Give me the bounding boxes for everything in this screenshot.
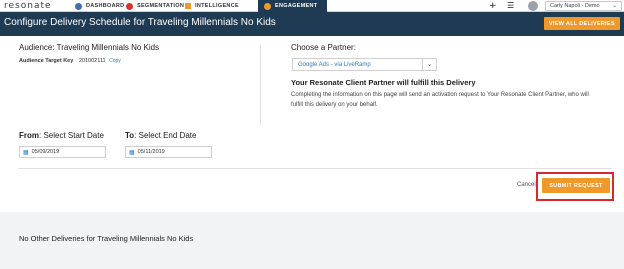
intelligence-icon xyxy=(185,3,191,9)
nav-intelligence[interactable]: INTELLIGENCE xyxy=(185,0,239,12)
chevron-down-icon: ⌄ xyxy=(422,59,436,70)
user-name: Carly Napoli - Demo xyxy=(550,3,600,9)
engagement-icon xyxy=(264,2,271,10)
partner-heading: Choose a Partner: xyxy=(291,43,356,52)
calendar-icon: ▦ xyxy=(23,149,29,156)
plus-icon[interactable]: + xyxy=(489,1,497,11)
cancel-button[interactable]: Cancel xyxy=(517,182,536,188)
to-heading: To: Select End Date xyxy=(125,131,197,140)
column-divider xyxy=(260,45,261,125)
to-label: To xyxy=(125,131,135,140)
avatar[interactable] xyxy=(528,1,538,11)
calendar-icon: ▦ xyxy=(129,149,135,156)
page-title: Configure Delivery Schedule for Travelin… xyxy=(4,17,276,28)
page-header: Configure Delivery Schedule for Travelin… xyxy=(0,12,624,36)
audience-label: Audience xyxy=(19,43,53,52)
partner-selected-value: Google Ads - via LiveRamp xyxy=(298,62,371,68)
audience-name: Traveling Millennials No Kids xyxy=(56,43,160,52)
nav-engagement[interactable]: ENGAGEMENT xyxy=(258,0,328,12)
from-label: From xyxy=(19,131,39,140)
to-hint: Select End Date xyxy=(138,131,197,140)
fulfill-title: Your Resonate Client Partner will fulfil… xyxy=(291,78,476,87)
partner-select[interactable]: Google Ads - via LiveRamp ⌄ xyxy=(292,58,437,71)
audience-key-value: 201002111 xyxy=(78,58,106,64)
end-date-value: 05/11/2019 xyxy=(137,149,165,155)
list-icon[interactable]: ☰ xyxy=(507,1,514,11)
start-date-input[interactable]: ▦ 05/09/2019 xyxy=(19,146,106,158)
no-deliveries-message: No Other Deliveries for Traveling Millen… xyxy=(19,234,194,243)
partner-label: Choose a Partner xyxy=(291,43,354,52)
segmentation-icon xyxy=(126,2,133,10)
dashboard-icon xyxy=(75,2,82,10)
end-date-input[interactable]: ▦ 05/11/2019 xyxy=(125,146,212,158)
nav-engagement-label: ENGAGEMENT xyxy=(275,3,318,9)
view-all-deliveries-button[interactable]: VIEW ALL DELIVERIES xyxy=(544,17,620,30)
nav-segmentation[interactable]: SEGMENTATION xyxy=(126,0,184,12)
nav-intelligence-label: INTELLIGENCE xyxy=(195,3,239,9)
fulfill-description: Completing the information on this page … xyxy=(291,92,589,108)
start-date-value: 05/09/2019 xyxy=(31,149,60,155)
chevron-down-icon: ⌄ xyxy=(612,3,617,9)
top-nav: resonate DASHBOARD SEGMENTATION INTELLIG… xyxy=(0,0,624,12)
audience-heading: Audience: Traveling Millennials No Kids xyxy=(19,43,160,52)
copy-link[interactable]: Copy xyxy=(109,58,121,64)
from-heading: From: Select Start Date xyxy=(19,131,104,140)
from-hint: Select Start Date xyxy=(43,131,104,140)
submit-request-button[interactable]: SUBMIT REQUEST xyxy=(542,178,610,193)
nav-segmentation-label: SEGMENTATION xyxy=(137,3,185,9)
audience-key: Audience Target Key 201002111 Copy xyxy=(19,58,121,64)
nav-dashboard[interactable]: DASHBOARD xyxy=(75,0,124,12)
nav-dashboard-label: DASHBOARD xyxy=(86,3,125,9)
audience-key-label: Audience Target Key xyxy=(19,58,74,64)
resonate-logo[interactable]: resonate xyxy=(4,1,52,11)
user-menu[interactable]: Carly Napoli - Demo ⌄ xyxy=(545,1,622,11)
form-divider xyxy=(18,168,612,169)
